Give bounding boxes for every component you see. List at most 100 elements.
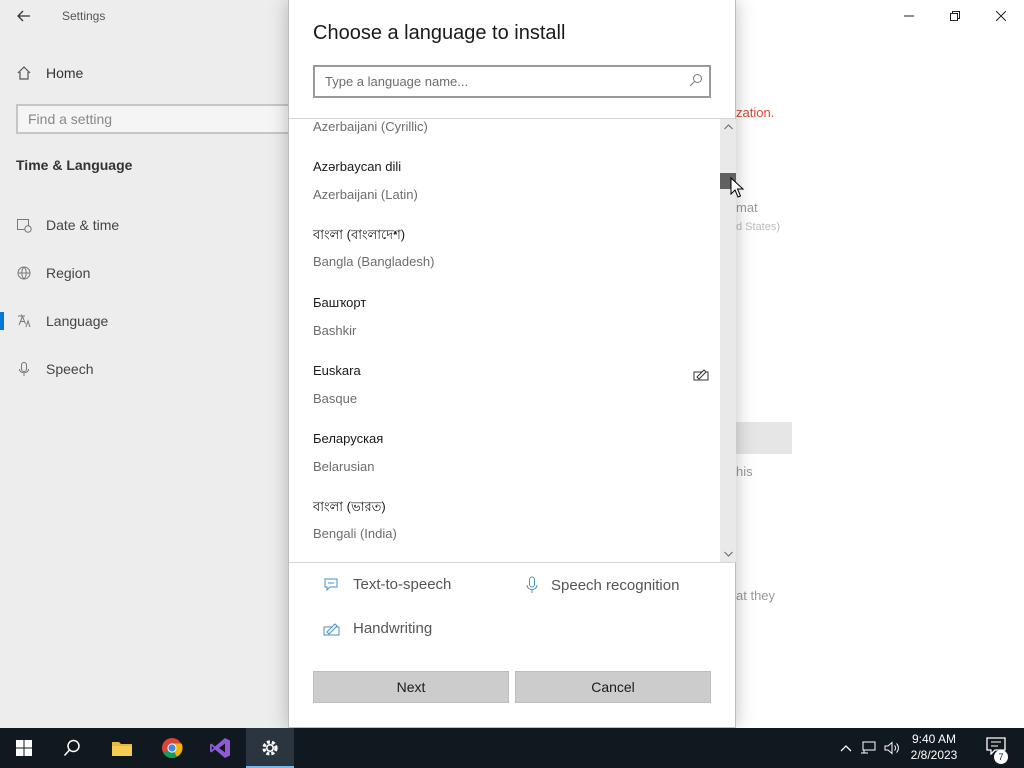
file-explorer-button[interactable] [98, 728, 146, 768]
bg-dropdown [736, 422, 792, 454]
taskbar: 9:40 AM 2/8/2023 7 [0, 728, 1024, 768]
chrome-button[interactable] [148, 728, 196, 768]
dialog-title: Choose a language to install [313, 22, 566, 44]
window-controls [886, 0, 1024, 32]
next-button[interactable]: Next [313, 671, 509, 703]
language-item-bangla-bangladesh[interactable]: বাংলা (বাংলাদেশ) Bangla (Bangladesh) [313, 226, 713, 294]
language-native-name: বাংলা (ভারত) [313, 499, 386, 514]
calendar-clock-icon [16, 217, 32, 233]
system-tray [840, 728, 900, 768]
search-icon [689, 74, 702, 87]
taskbar-search-button[interactable] [48, 728, 96, 768]
list-bottom-divider [289, 562, 735, 563]
notification-count-badge: 7 [994, 750, 1008, 764]
bg-they-text: at they [736, 588, 776, 603]
minimize-icon [904, 15, 914, 17]
settings-taskbar-button[interactable] [246, 728, 294, 768]
chevron-up-icon[interactable] [840, 744, 852, 752]
language-icon [16, 313, 32, 329]
language-item-azerbaijani-latin[interactable]: Azərbaycan dili Azerbaijani (Latin) [313, 159, 713, 227]
language-english-name: Azerbaijani (Latin) [313, 187, 418, 202]
find-setting-input[interactable]: Find a setting [16, 104, 306, 134]
chrome-icon [162, 738, 183, 759]
close-icon [996, 11, 1006, 21]
volume-icon[interactable] [884, 741, 900, 755]
microphone-icon [526, 576, 538, 593]
start-button[interactable] [0, 728, 48, 768]
language-item-bashkir[interactable]: Башҡорт Bashkir [313, 295, 713, 363]
text-to-speech-icon [324, 578, 338, 591]
active-indicator [0, 312, 4, 330]
search-icon [63, 739, 80, 757]
language-native-name: Беларуская [313, 431, 384, 446]
language-item-azerbaijani-cyrillic[interactable]: Azerbaijani (Cyrillic) [313, 119, 713, 159]
settings-nav-pane: Settings Home Find a setting Time & Lang… [0, 0, 306, 728]
mouse-cursor-icon [730, 177, 744, 198]
nav-item-region[interactable]: Region [0, 259, 290, 287]
handwriting-icon [693, 369, 709, 381]
language-list: Azerbaijani (Cyrillic) Azərbaycan dili A… [289, 119, 719, 561]
find-setting-placeholder: Find a setting [28, 111, 113, 127]
section-title: Time & Language [16, 157, 133, 173]
language-native-name: Azərbaycan dili [313, 159, 402, 174]
scroll-up-button[interactable] [720, 119, 736, 135]
restore-button[interactable] [932, 0, 978, 32]
visual-studio-icon [210, 738, 230, 758]
clock-date: 2/8/2023 [910, 748, 958, 762]
scroll-down-button[interactable] [720, 546, 736, 562]
nav-item-label: Speech [46, 361, 94, 377]
chevron-down-icon [723, 551, 733, 557]
feature-label: Speech recognition [551, 576, 680, 594]
chevron-up-icon [723, 124, 733, 130]
feature-text-to-speech: Text-to-speech [323, 576, 451, 593]
nav-item-language[interactable]: Language [0, 307, 290, 335]
language-english-name: Bashkir [313, 323, 357, 338]
language-english-name: Bengali (India) [313, 526, 397, 541]
clock[interactable]: 9:40 AM 2/8/2023 [906, 731, 962, 763]
back-arrow-icon [17, 10, 30, 22]
nav-item-speech[interactable]: Speech [0, 355, 290, 383]
nav-item-label: Language [46, 313, 109, 329]
bg-format-text: mat [736, 200, 758, 215]
language-english-name: Basque [313, 391, 358, 406]
choose-language-dialog: Choose a language to install Type a lang… [288, 0, 736, 728]
network-icon[interactable] [860, 741, 876, 755]
language-native-name: Башҡорт [313, 295, 367, 310]
bg-this-text: his [736, 464, 753, 479]
nav-item-date-time[interactable]: Date & time [0, 211, 290, 239]
visual-studio-button[interactable] [196, 728, 244, 768]
feature-label: Handwriting [353, 620, 433, 637]
language-english-name: Azerbaijani (Cyrillic) [313, 119, 428, 134]
language-search-placeholder: Type a language name... [325, 74, 469, 89]
folder-icon [112, 742, 132, 756]
bg-region-text: d States) [736, 221, 781, 233]
home-icon [17, 66, 31, 80]
language-english-name: Belarusian [313, 459, 375, 474]
back-button[interactable] [10, 4, 38, 28]
feature-handwriting: Handwriting [323, 620, 432, 637]
nav-home-label: Home [46, 65, 84, 81]
nav-home[interactable]: Home [16, 62, 83, 84]
windows-logo-icon [16, 740, 32, 756]
language-item-belarusian[interactable]: Беларуская Belarusian [313, 431, 713, 499]
minimize-button[interactable] [886, 0, 932, 32]
language-native-name: Euskara [313, 363, 361, 378]
cancel-button[interactable]: Cancel [515, 671, 711, 703]
nav-item-label: Date & time [46, 217, 120, 233]
handwriting-icon [323, 622, 340, 635]
globe-icon [16, 265, 32, 281]
language-item-bengali-india[interactable]: বাংলা (ভারত) Bengali (India) [313, 498, 713, 561]
language-native-name: বাংলা (বাংলাদেশ) [313, 227, 406, 242]
clock-time: 9:40 AM [911, 732, 957, 746]
language-item-basque[interactable]: Euskara Basque [313, 363, 713, 431]
gear-icon [262, 740, 278, 756]
microphone-icon [16, 361, 32, 377]
close-button[interactable] [978, 0, 1024, 32]
feature-speech-recognition: Speech recognition [525, 576, 679, 594]
restore-icon [950, 11, 960, 21]
language-english-name: Bangla (Bangladesh) [313, 254, 435, 269]
language-search-input[interactable]: Type a language name... [313, 65, 711, 98]
bg-warning-text: zation. [736, 105, 775, 120]
window-title: Settings [62, 9, 106, 23]
nav-item-label: Region [46, 265, 91, 281]
